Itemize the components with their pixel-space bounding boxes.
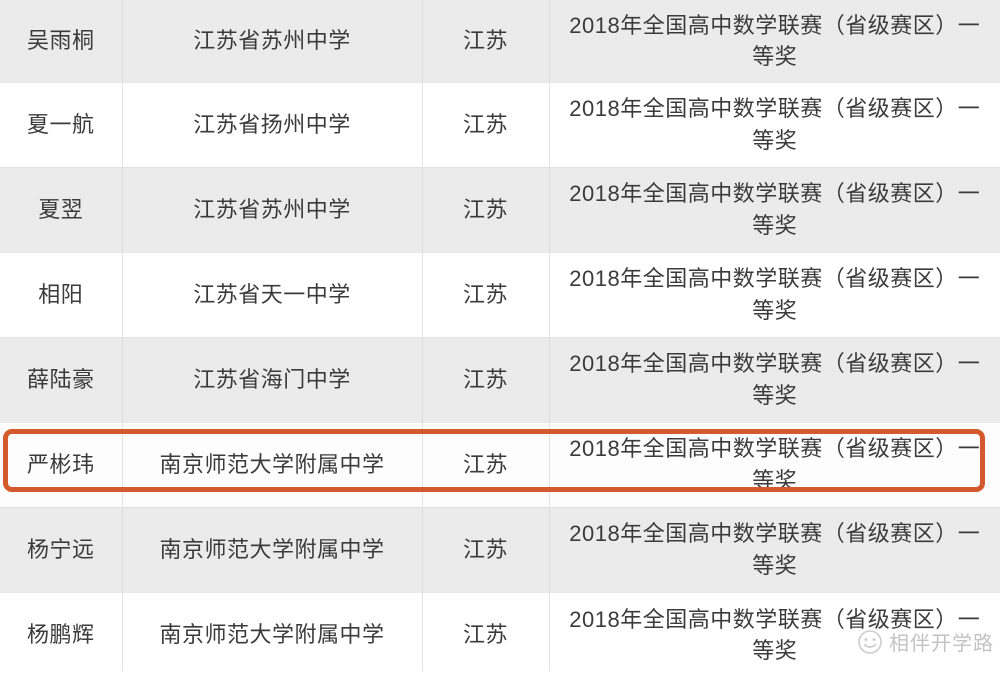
table-row[interactable]: 相阳 江苏省天一中学 江苏 2018年全国高中数学联赛（省级赛区）一等奖 [0, 251, 1000, 337]
cell-school-name: 江苏省苏州中学 [122, 166, 423, 252]
cell-school-name: 江苏省天一中学 [122, 251, 423, 337]
cell-award: 2018年全国高中数学联赛（省级赛区）一等奖 [549, 591, 1000, 677]
cell-student-name: 杨鹏辉 [0, 591, 123, 677]
cell-school-name: 江苏省苏州中学 [122, 0, 423, 82]
cell-award: 2018年全国高中数学联赛（省级赛区）一等奖 [549, 251, 1000, 337]
table-row[interactable]: 夏翌 江苏省苏州中学 江苏 2018年全国高中数学联赛（省级赛区）一等奖 [0, 166, 1000, 252]
table-row[interactable]: 薛陆豪 江苏省海门中学 江苏 2018年全国高中数学联赛（省级赛区）一等奖 [0, 336, 1000, 422]
cell-province: 江苏 [422, 421, 550, 507]
cell-award: 2018年全国高中数学联赛（省级赛区）一等奖 [549, 421, 1000, 507]
cell-school-name: 南京师范大学附属中学 [122, 506, 423, 592]
cell-student-name: 相阳 [0, 251, 123, 337]
cell-student-name: 杨宁远 [0, 506, 123, 592]
cell-school-name: 江苏省扬州中学 [122, 81, 423, 167]
cell-student-name: 夏一航 [0, 81, 123, 167]
cell-province: 江苏 [422, 0, 550, 82]
cell-student-name: 夏翌 [0, 166, 123, 252]
table-row[interactable]: 夏一航 江苏省扬州中学 江苏 2018年全国高中数学联赛（省级赛区）一等奖 [0, 81, 1000, 167]
cell-province: 江苏 [422, 336, 550, 422]
cell-award: 2018年全国高中数学联赛（省级赛区）一等奖 [549, 0, 1000, 82]
table-row[interactable]: 严彬玮 南京师范大学附属中学 江苏 2018年全国高中数学联赛（省级赛区）一等奖 [0, 421, 1000, 507]
cell-student-name: 严彬玮 [0, 421, 123, 507]
cell-award: 2018年全国高中数学联赛（省级赛区）一等奖 [549, 506, 1000, 592]
table-row[interactable]: 吴雨桐 江苏省苏州中学 江苏 2018年全国高中数学联赛（省级赛区）一等奖 [0, 0, 1000, 82]
award-list-screenshot: 吴雨桐 江苏省苏州中学 江苏 2018年全国高中数学联赛（省级赛区）一等奖 夏一航 江苏省… [0, 0, 1000, 678]
cell-student-name: 吴雨桐 [0, 0, 123, 82]
cell-award: 2018年全国高中数学联赛（省级赛区）一等奖 [549, 166, 1000, 252]
award-table-body: 吴雨桐 江苏省苏州中学 江苏 2018年全国高中数学联赛（省级赛区）一等奖 夏一航 江苏省… [0, 0, 1000, 677]
table-row[interactable]: 杨鹏辉 南京师范大学附属中学 江苏 2018年全国高中数学联赛（省级赛区）一等奖 [0, 591, 1000, 677]
cell-province: 江苏 [422, 506, 550, 592]
cell-school-name: 江苏省海门中学 [122, 336, 423, 422]
award-table: 吴雨桐 江苏省苏州中学 江苏 2018年全国高中数学联赛（省级赛区）一等奖 夏一航 江苏省… [0, 0, 1000, 677]
cell-school-name: 南京师范大学附属中学 [122, 591, 423, 677]
cell-province: 江苏 [422, 166, 550, 252]
cell-province: 江苏 [422, 81, 550, 167]
cell-student-name: 薛陆豪 [0, 336, 123, 422]
table-row[interactable]: 杨宁远 南京师范大学附属中学 江苏 2018年全国高中数学联赛（省级赛区）一等奖 [0, 506, 1000, 592]
cell-province: 江苏 [422, 251, 550, 337]
cell-award: 2018年全国高中数学联赛（省级赛区）一等奖 [549, 336, 1000, 422]
cell-school-name: 南京师范大学附属中学 [122, 421, 423, 507]
cell-award: 2018年全国高中数学联赛（省级赛区）一等奖 [549, 81, 1000, 167]
cell-province: 江苏 [422, 591, 550, 677]
page-bottom-edge [0, 671, 1000, 678]
